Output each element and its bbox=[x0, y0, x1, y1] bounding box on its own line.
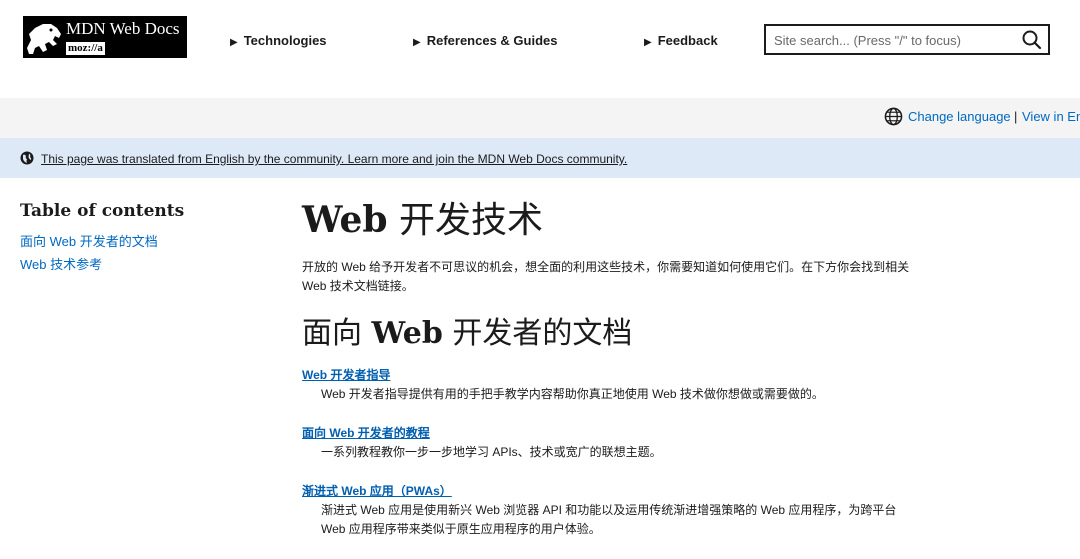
globe-icon bbox=[884, 107, 903, 126]
entry-link-web-developer-guide[interactable]: Web 开发者指导 bbox=[302, 368, 390, 383]
nav-feedback[interactable]: ▶ Feedback bbox=[644, 32, 718, 51]
separator: | bbox=[1014, 109, 1018, 124]
section-heading: 面向 Web 开发者的文档 bbox=[302, 316, 632, 352]
globe-notice-icon bbox=[20, 151, 34, 165]
entry-description: 渐进式 Web 应用是使用新兴 Web 浏览器 API 和功能以及运用传统渐进增… bbox=[321, 503, 897, 536]
change-language-link[interactable]: Change language bbox=[908, 108, 1011, 125]
entry-link-tutorials[interactable]: 面向 Web 开发者的教程 bbox=[302, 426, 430, 441]
triangle-right-icon: ▶ bbox=[644, 37, 652, 48]
language-bar: Change language | View in En bbox=[0, 98, 1080, 138]
site-header: MDN Web Docs moz://a ▶ Technologies ▶ Refe… bbox=[0, 0, 1080, 98]
nav-label: Technologies bbox=[243, 33, 327, 48]
section-heading-post: 开发者的文档 bbox=[442, 316, 633, 351]
triangle-right-icon: ▶ bbox=[230, 37, 238, 48]
toc-item-developer-docs[interactable]: 面向 Web 开发者的文档 bbox=[20, 233, 158, 250]
search-input[interactable] bbox=[774, 30, 1014, 50]
nav-technologies[interactable]: ▶ Technologies bbox=[230, 32, 327, 51]
translation-notice-link[interactable]: This page was translated from English by… bbox=[41, 152, 627, 167]
toc-title: Table of contents bbox=[20, 201, 185, 221]
site-search bbox=[764, 24, 1050, 55]
section-heading-en: Web bbox=[371, 316, 443, 351]
entry-description: 一系列教程教你一步一步地学习 APIs、技术或宽广的联想主题。 bbox=[321, 445, 662, 459]
entry-link-pwas[interactable]: 渐进式 Web 应用（PWAs） bbox=[302, 484, 452, 499]
logo-mozilla: moz://a bbox=[66, 42, 105, 55]
toc-item-web-tech-reference[interactable]: Web 技术参考 bbox=[20, 256, 102, 273]
mdn-logo[interactable]: MDN Web Docs moz://a bbox=[23, 16, 187, 58]
entry-description: Web 开发者指导提供有用的手把手教学内容帮助你真正地使用 Web 技术做你想做… bbox=[321, 387, 824, 401]
search-icon[interactable] bbox=[1022, 30, 1042, 50]
page-title: Web 开发技术 bbox=[302, 198, 543, 243]
logo-title: MDN Web Docs bbox=[66, 19, 180, 38]
translation-notice: This page was translated from English by… bbox=[0, 138, 1080, 178]
intro-paragraph: 开放的 Web 给予开发者不可思议的机会，想全面的利用这些技术，你需要知道如何使… bbox=[302, 260, 910, 293]
view-in-english-link[interactable]: View in En bbox=[1022, 108, 1080, 125]
page-title-en: Web bbox=[302, 199, 388, 241]
nav-references-guides[interactable]: ▶ References & Guides bbox=[413, 32, 557, 51]
nav-label: Feedback bbox=[657, 33, 718, 48]
dino-logo-icon bbox=[27, 24, 61, 54]
page-title-zh: 开发技术 bbox=[387, 200, 544, 241]
triangle-right-icon: ▶ bbox=[413, 37, 421, 48]
section-heading-pre: 面向 bbox=[302, 316, 372, 351]
nav-label: References & Guides bbox=[426, 33, 558, 48]
